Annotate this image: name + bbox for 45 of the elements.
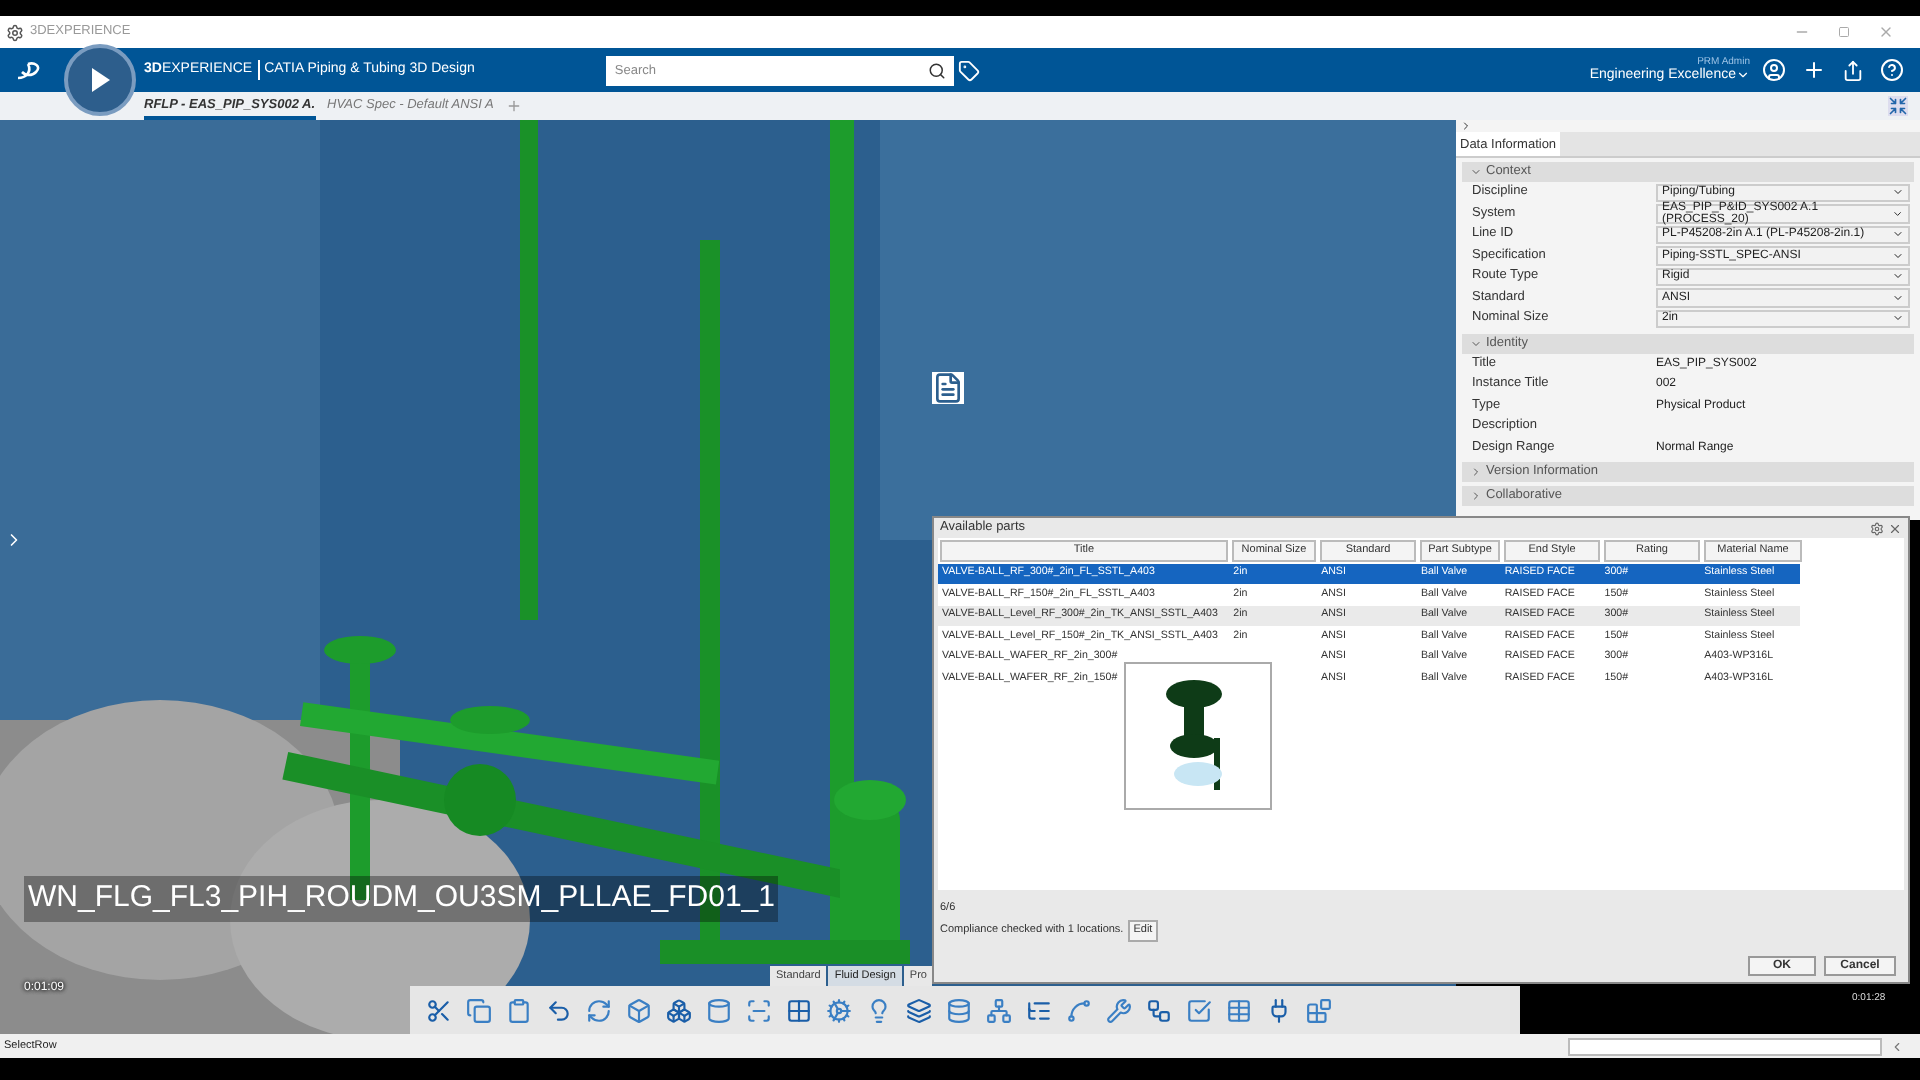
collapse-caret-icon[interactable] xyxy=(1470,166,1482,178)
expand-caret-icon[interactable] xyxy=(1470,490,1482,502)
tool-icon[interactable] xyxy=(986,997,1012,1023)
tool-icon[interactable] xyxy=(1306,997,1332,1023)
settings-icon[interactable] xyxy=(1870,521,1884,535)
tool-icon[interactable] xyxy=(1026,997,1052,1023)
expand-caret-icon[interactable] xyxy=(1470,466,1482,478)
tag-icon[interactable] xyxy=(958,59,981,81)
command-field[interactable] xyxy=(1568,1037,1882,1055)
panel-expand-icon[interactable] xyxy=(1460,120,1472,132)
tool-icon[interactable] xyxy=(746,997,772,1023)
tool-icon[interactable] xyxy=(1226,997,1252,1023)
share-icon[interactable] xyxy=(1842,59,1864,81)
help-icon[interactable] xyxy=(1880,58,1904,82)
logo-icon xyxy=(16,60,44,80)
tool-icon[interactable] xyxy=(1146,997,1172,1023)
tool-icon[interactable] xyxy=(1266,997,1292,1023)
tool-icon[interactable] xyxy=(826,997,852,1023)
tool-icon[interactable] xyxy=(866,997,892,1023)
app-icon xyxy=(6,23,24,41)
close-icon[interactable] xyxy=(1878,24,1894,40)
tool-icon[interactable] xyxy=(1066,997,1092,1023)
tool-icon[interactable] xyxy=(1186,997,1212,1023)
collapse-icon[interactable] xyxy=(1888,96,1908,116)
tool-icon[interactable] xyxy=(426,997,452,1023)
add-icon[interactable] xyxy=(1802,58,1826,82)
tool-icon[interactable] xyxy=(786,997,812,1023)
collapse-caret-icon[interactable] xyxy=(1470,337,1482,349)
tool-icon[interactable] xyxy=(946,997,972,1023)
tool-icon[interactable] xyxy=(466,997,492,1023)
tool-icon[interactable] xyxy=(706,997,732,1023)
tool-icon[interactable] xyxy=(1106,997,1132,1023)
tool-icon[interactable] xyxy=(586,997,612,1023)
user-icon[interactable] xyxy=(1762,58,1786,82)
tool-icon[interactable] xyxy=(906,997,932,1023)
status-icon[interactable] xyxy=(1890,1039,1904,1053)
tool-icon[interactable] xyxy=(506,997,532,1023)
annotation-icon[interactable] xyxy=(932,372,964,404)
tool-icon[interactable] xyxy=(626,997,652,1023)
tool-icon[interactable] xyxy=(546,997,572,1023)
tool-icon[interactable] xyxy=(666,997,692,1023)
close-icon[interactable] xyxy=(1888,521,1902,535)
caret-icon[interactable] xyxy=(1736,68,1750,82)
maximize-icon[interactable] xyxy=(1838,26,1850,38)
add-tab-icon[interactable] xyxy=(505,98,522,114)
